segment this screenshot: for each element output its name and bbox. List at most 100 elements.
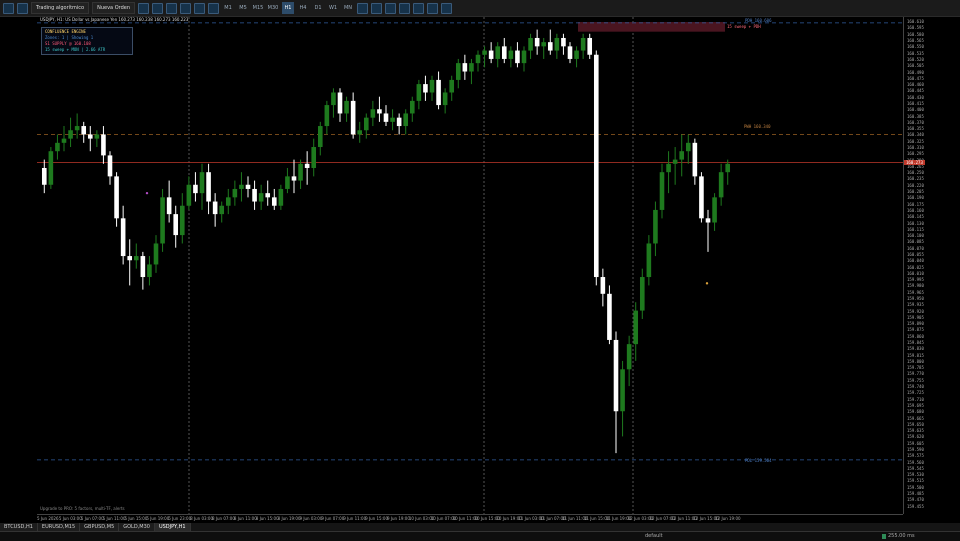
price-chart[interactable] bbox=[37, 17, 903, 514]
price-tick-label: 159.965 bbox=[907, 289, 924, 295]
candle-body bbox=[258, 193, 264, 202]
candle-body bbox=[245, 184, 251, 189]
candle-body bbox=[363, 117, 369, 131]
candle-body bbox=[482, 50, 487, 55]
panel-info: 15 sweep + MON | 2.66 ATR bbox=[45, 47, 106, 52]
price-tick-label: 160.265 bbox=[907, 163, 924, 169]
candle-body bbox=[179, 205, 185, 236]
candle-body bbox=[396, 117, 402, 127]
price-tick-label: 159.755 bbox=[907, 377, 924, 383]
timeframe-m1[interactable]: M1 bbox=[222, 2, 234, 14]
trendline-icon[interactable] bbox=[399, 2, 411, 14]
candles-icon[interactable] bbox=[166, 2, 178, 14]
time-tick-label: 9 Jun 07:00 bbox=[321, 516, 345, 521]
price-tick-label: 159.455 bbox=[907, 503, 924, 509]
price-tick-label: 159.860 bbox=[907, 333, 924, 339]
candle-body bbox=[107, 155, 113, 177]
tab-usdjpy-h1[interactable]: USDJPY,H1 bbox=[154, 523, 191, 531]
candle-body bbox=[712, 197, 717, 223]
crosshair-icon[interactable] bbox=[357, 2, 369, 14]
pdh-label: PDH 160.606 bbox=[745, 18, 772, 23]
timeframe-h4[interactable]: H4 bbox=[297, 2, 309, 14]
zoom-out-icon[interactable] bbox=[208, 2, 220, 14]
price-tick-label: 160.370 bbox=[907, 119, 924, 125]
tab-btcusd-h1[interactable]: BTCUSD,H1 bbox=[0, 523, 38, 531]
price-tick-label: 159.680 bbox=[907, 409, 924, 415]
text-icon[interactable] bbox=[413, 2, 425, 14]
chart-canvas[interactable] bbox=[37, 17, 903, 514]
time-tick-label: 5 Jun 03:00 bbox=[58, 516, 82, 521]
price-tick-label: 160.580 bbox=[907, 31, 924, 37]
price-axis[interactable]: 160.610 160.595 160.580 160.565 160.550 160.5… bbox=[903, 17, 960, 514]
candle-body bbox=[416, 84, 422, 101]
price-tick-label: 160.115 bbox=[907, 226, 924, 232]
price-tick-label: 160.190 bbox=[907, 195, 924, 201]
candle-body bbox=[620, 369, 625, 412]
pdl-label: PDL 159.564 bbox=[745, 458, 772, 463]
candle-body bbox=[469, 63, 474, 72]
price-tick-label: 159.515 bbox=[907, 478, 924, 484]
price-tick-label: 159.830 bbox=[907, 346, 924, 352]
tab-gbpusd-m5[interactable]: GBPUSD,M5 bbox=[80, 523, 120, 531]
vertical-line-icon[interactable] bbox=[371, 2, 383, 14]
candle-body bbox=[705, 218, 711, 223]
timeframe-w1[interactable]: W1 bbox=[327, 2, 339, 14]
price-tick-label: 159.485 bbox=[907, 491, 924, 497]
price-tick-label: 159.710 bbox=[907, 396, 924, 402]
price-tick-label: 159.815 bbox=[907, 352, 924, 358]
chart-icon[interactable] bbox=[3, 2, 14, 14]
price-tick-label: 160.220 bbox=[907, 182, 924, 188]
upgrade-note: Upgrade to PRO: 5 factors, multi-TF, ale… bbox=[40, 506, 125, 511]
candle-body bbox=[692, 142, 698, 177]
timeframe-m30[interactable]: M30 bbox=[267, 2, 279, 14]
candle-body bbox=[501, 46, 507, 59]
price-tick-label: 159.890 bbox=[907, 321, 924, 327]
price-tick-label: 160.040 bbox=[907, 258, 924, 264]
candle-body bbox=[94, 134, 100, 139]
candle-body bbox=[659, 172, 665, 210]
line-icon[interactable] bbox=[180, 2, 192, 14]
candle-body bbox=[166, 197, 172, 215]
candle-body bbox=[186, 184, 192, 206]
timeframe-m5[interactable]: M5 bbox=[237, 2, 249, 14]
candle-body bbox=[252, 188, 257, 202]
new-order-button[interactable]: Nueva Orden bbox=[92, 2, 136, 14]
shapes-icon[interactable] bbox=[441, 2, 453, 14]
price-tick-label: 160.055 bbox=[907, 251, 924, 257]
price-tick-label: 159.500 bbox=[907, 484, 924, 490]
zoom-in-icon[interactable] bbox=[194, 2, 206, 14]
algo-trading-button[interactable]: Trading algorítmico bbox=[31, 2, 90, 14]
price-tick-label: 160.160 bbox=[907, 207, 924, 213]
refresh-icon[interactable] bbox=[17, 2, 28, 14]
fibo-icon[interactable] bbox=[427, 2, 439, 14]
grid-icon[interactable] bbox=[138, 2, 150, 14]
algo-trading-label: Trading algorítmico bbox=[36, 5, 85, 11]
bars-icon[interactable] bbox=[152, 2, 164, 14]
price-tick-label: 159.530 bbox=[907, 472, 924, 478]
time-tick-label: 8 Jun 03:00 bbox=[190, 516, 213, 521]
price-tick-label: 160.550 bbox=[907, 44, 924, 50]
candle-body bbox=[462, 63, 468, 72]
timeframe-mn[interactable]: MN bbox=[342, 2, 354, 14]
confluence-panel: CONFLUENCE ENGINE Zones: 1 | Showing 1 S… bbox=[41, 27, 133, 55]
price-tick-label: 160.235 bbox=[907, 176, 924, 182]
candle-body bbox=[265, 193, 271, 198]
candle-body bbox=[666, 163, 671, 173]
current-price-badge: 160.273 bbox=[904, 159, 925, 165]
horizontal-line-icon[interactable] bbox=[385, 2, 397, 14]
price-tick-label: 160.070 bbox=[907, 245, 924, 251]
timeframe-d1[interactable]: D1 bbox=[312, 2, 324, 14]
candle-body bbox=[580, 37, 586, 51]
candle-body bbox=[521, 50, 527, 64]
price-tick-label: 160.385 bbox=[907, 113, 924, 119]
tab-gold-m30[interactable]: GOLD,M30 bbox=[119, 523, 155, 531]
timeframe-h1[interactable]: H1 bbox=[282, 2, 295, 14]
price-tick-label: 160.400 bbox=[907, 107, 924, 113]
candle-body bbox=[488, 50, 494, 59]
time-tick-label: 5 Jun 11:00 bbox=[102, 516, 126, 521]
price-tick-label: 160.460 bbox=[907, 82, 924, 88]
timeframe-m15[interactable]: M15 bbox=[252, 2, 264, 14]
candle-body bbox=[574, 50, 579, 59]
swing-marker bbox=[705, 282, 709, 285]
tab-eurusd-m15[interactable]: EURUSD,M15 bbox=[37, 523, 81, 531]
